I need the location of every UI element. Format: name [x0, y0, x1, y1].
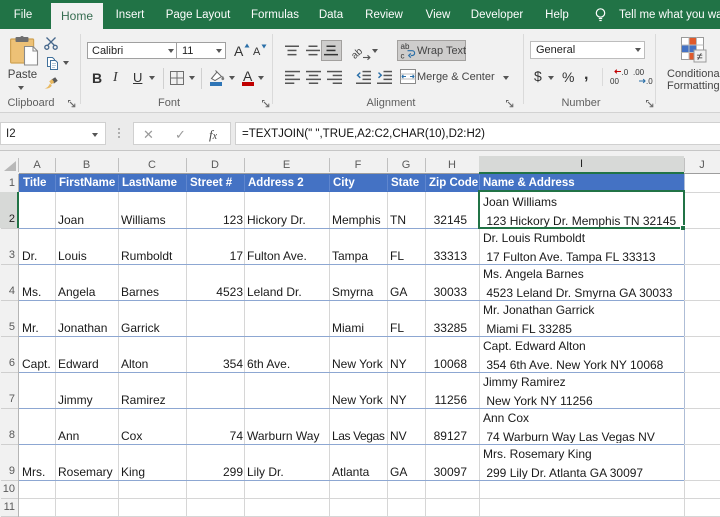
svg-text:c: c [401, 52, 405, 61]
svg-text:.0: .0 [646, 77, 653, 86]
svg-text:00: 00 [610, 77, 619, 86]
svg-text:≠: ≠ [697, 51, 703, 63]
svg-text:.0: .0 [622, 68, 629, 77]
svg-text:ab: ab [401, 42, 410, 51]
svg-text:.00: .00 [633, 68, 645, 77]
